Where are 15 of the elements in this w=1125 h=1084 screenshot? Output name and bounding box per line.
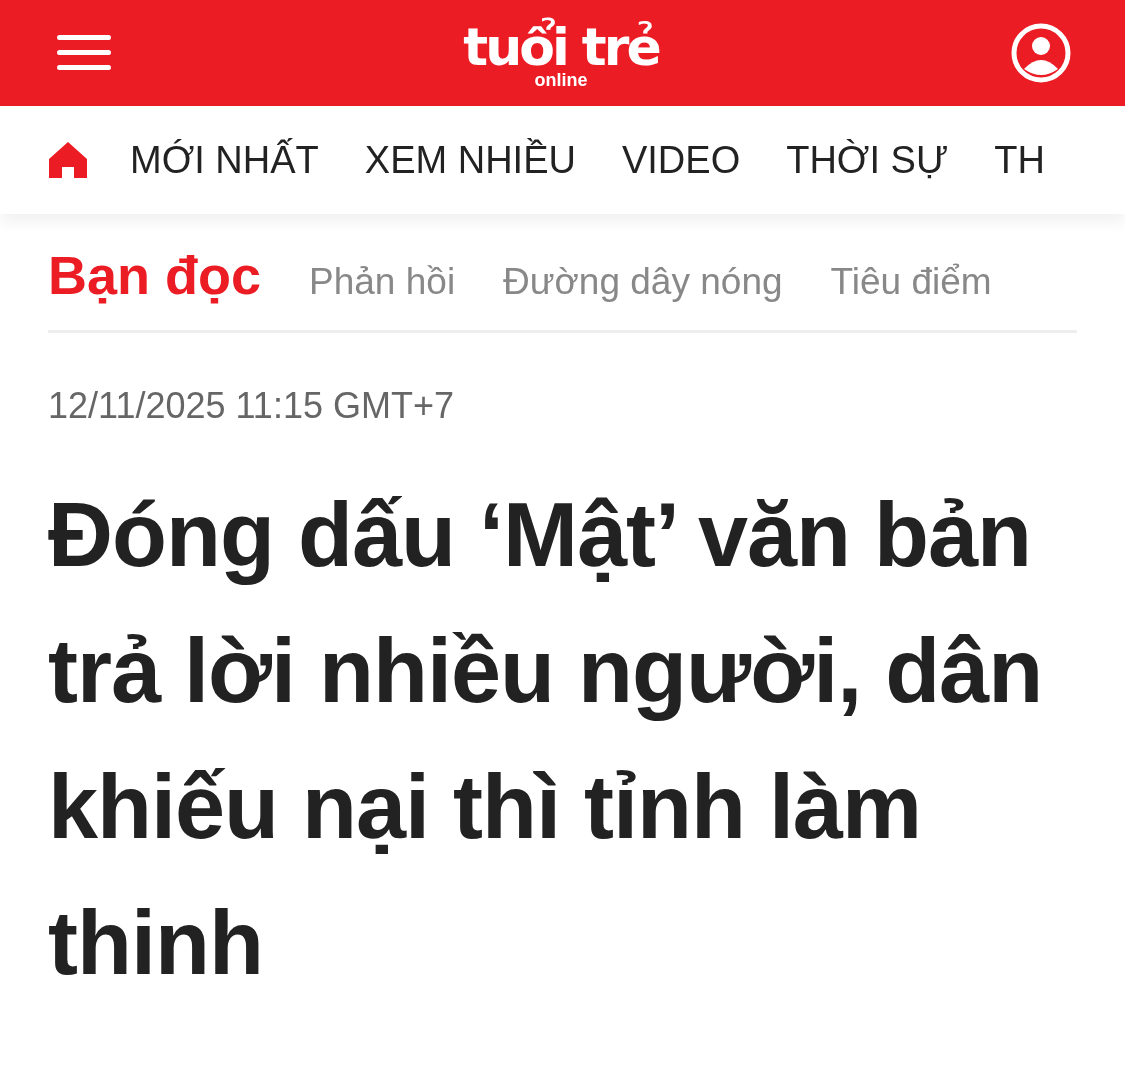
nav-link[interactable]: VIDEO [621, 138, 741, 182]
section-title[interactable]: Bạn đọc [48, 244, 262, 306]
menu-icon[interactable] [57, 35, 111, 71]
nav-link[interactable]: THỜI SỰ [786, 138, 949, 182]
logo[interactable]: tuổi trẻ online [459, 14, 663, 92]
nav-link[interactable]: MỚI NHẤT [130, 138, 319, 182]
nav-link[interactable]: TH [994, 138, 1045, 182]
subsection-link[interactable]: Tiêu điểm [830, 261, 992, 303]
home-icon[interactable] [48, 140, 88, 180]
user-icon[interactable] [1011, 23, 1071, 83]
article-date: 12/11/2025 11:15 GMT+7 [48, 385, 455, 427]
article-headline: Đóng dấu ‘Mật’ văn bản trả lời nhiều người, dân khiếu nại thì tỉnh làm thinh [48, 484, 1044, 995]
subsection-link[interactable]: Phản hồi [309, 261, 456, 303]
nav-link[interactable]: XEM NHIỀU [364, 138, 576, 182]
subsection-link[interactable]: Đường dây nóng [503, 261, 783, 303]
